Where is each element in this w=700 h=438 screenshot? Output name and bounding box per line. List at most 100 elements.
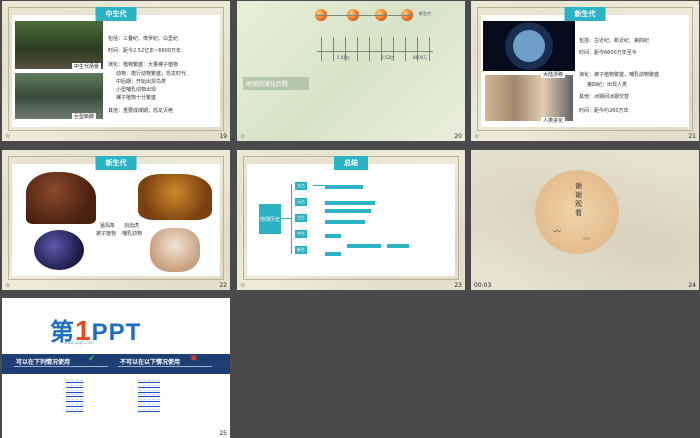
timeline-mark: 2.52亿 xyxy=(381,55,394,60)
text-line: 小型哺乳动物出现 xyxy=(116,87,157,93)
diagram-node: 古生 xyxy=(295,214,307,222)
diagram-leaf xyxy=(325,234,341,238)
timeline-tick xyxy=(333,37,334,61)
image-caption: 巨型蜥脚 xyxy=(72,113,97,120)
diagram-leaf xyxy=(387,244,409,248)
image-label: 哺乳动物 xyxy=(122,231,143,237)
slide-number: 24 xyxy=(688,282,696,289)
text-line: 动物：爬行动物繁盛；恐龙时代 xyxy=(116,71,187,77)
diagram-node: 新生 xyxy=(295,246,307,254)
link-labels: · · · · · · · xyxy=(130,378,132,411)
image-label: 被子植物 xyxy=(96,231,117,237)
slide-indicator-icon: ☆ xyxy=(5,133,11,140)
image-caption: 中生代场景 xyxy=(72,63,102,70)
slide-thumbnail-20[interactable]: 新生代 5.41亿 2.52亿 6600万 地球的演化历程 ☆ 20 xyxy=(237,1,465,141)
era-label: 新生代 xyxy=(419,11,431,16)
text-line: 时间：距今约260万年 xyxy=(579,108,629,114)
text-line: 演化：植物繁盛：大量裸子植物 xyxy=(108,62,179,68)
text-line: 第四纪：出现人类 xyxy=(587,82,628,88)
image-caption: 人类进化 xyxy=(541,117,566,124)
timeline-tick xyxy=(405,37,406,61)
dog-image xyxy=(150,228,200,272)
slide-indicator-icon: ☆ xyxy=(240,133,246,140)
diagram-node: 元古 xyxy=(295,198,307,206)
timeline-tick xyxy=(369,37,370,61)
image-caption: 大陆漂移 xyxy=(541,71,566,78)
slide-content-card: 地球历史 太古 元古 古生 中生 新生 xyxy=(247,164,455,276)
globe-image xyxy=(483,21,575,71)
mammoth-image xyxy=(26,172,96,224)
cannot-use-heading: 不可以在以下情况使用 xyxy=(120,359,181,366)
slide-title: 新生代 xyxy=(95,156,137,170)
timeline-tick xyxy=(357,37,358,61)
slide-title: 新生代 xyxy=(564,7,606,21)
text-line: 其他：冰期间冰期交替 xyxy=(579,94,630,100)
diagram-connector xyxy=(281,218,291,219)
check-icon: ✔ xyxy=(88,354,96,364)
slide-title: 总结 xyxy=(334,156,368,170)
link-list[interactable]: — — — — — — — — — — — — — — — — — — — — — — … xyxy=(138,378,188,412)
logo-ppt: PPT xyxy=(91,319,142,346)
image-label: 猛犸象 xyxy=(100,223,116,229)
diagram-connector xyxy=(291,184,292,254)
link-list[interactable]: — — — — — — — — — — — — — — — — — — — — — — —… xyxy=(66,378,110,412)
slide-number: 23 xyxy=(454,282,462,289)
slide-number: 22 xyxy=(219,282,227,289)
timeline-axis xyxy=(317,51,433,52)
text-line: 演化：被子植物繁盛，哺乳动物繁盛 xyxy=(579,72,660,78)
diagram-node: 中生 xyxy=(295,230,307,238)
text-line: 时间：距今2.52亿年~6600万年 xyxy=(108,48,182,54)
slide-number: 21 xyxy=(688,133,696,140)
human-evolution-image xyxy=(485,75,573,121)
slide-thumbnail-22[interactable]: 猛犸象 剑齿虎 被子植物 哺乳动物 新生代 ☆ 22 xyxy=(2,150,230,290)
slide-thumbnail-23[interactable]: 地球历史 太古 元古 古生 中生 新生 总结 ☆ 23 xyxy=(237,150,465,290)
diagram-root: 地球历史 xyxy=(259,204,281,234)
timeline-tick xyxy=(429,37,430,61)
slide-title: 中生代 xyxy=(95,7,137,21)
bird-icon: 〰 xyxy=(583,235,590,243)
slide-subtitle: 地球的演化历程 xyxy=(243,77,309,90)
slide-number: 25 xyxy=(219,430,227,437)
timeline-mark: 6600万 xyxy=(413,55,428,60)
timeline-mark: 5.41亿 xyxy=(337,55,350,60)
diagram-connector xyxy=(313,185,325,186)
slide-indicator-icon: ☆ xyxy=(5,282,11,289)
jungle-image xyxy=(15,21,103,69)
timeline-axis xyxy=(317,15,413,16)
slide-thumbnail-21[interactable]: 大陆漂移 人类进化 包括：古近纪、新近纪、第四纪 时间：距今6600万年至今 演… xyxy=(471,1,699,141)
slide-thumbnail-25[interactable]: 第1PPT www.1ppt.com 可以在下列情况使用 ✔ 不可以在以下情况使… xyxy=(2,298,230,438)
sabertooth-image xyxy=(138,174,212,220)
slide-content-card: 猛犸象 剑齿虎 被子植物 哺乳动物 xyxy=(12,164,220,276)
slide-number: 20 xyxy=(454,133,462,140)
logo-url: www.1ppt.com xyxy=(64,340,94,345)
slide-thumbnail-24[interactable]: 谢谢观看 〰 〰 00:03 24 xyxy=(471,150,699,290)
text-line: 中后期：开始出现鸟类 xyxy=(116,79,167,85)
slide-content-card: 中生代场景 巨型蜥脚 包括：三叠纪、侏罗纪、白垩纪 时间：距今2.52亿年~66… xyxy=(12,15,220,127)
usage-note xyxy=(14,366,108,367)
cross-icon: ✖ xyxy=(190,354,198,364)
diagram-leaf xyxy=(325,185,363,189)
timeline-tick xyxy=(321,37,322,61)
slide-thumbnail-19[interactable]: 中生代场景 巨型蜥脚 包括：三叠纪、侏罗纪、白垩纪 时间：距今2.52亿年~66… xyxy=(2,1,230,141)
diagram-node: 太古 xyxy=(295,182,307,190)
text-line: 裸子植物十分繁盛 xyxy=(116,95,157,101)
slide-content-card: 大陆漂移 人类进化 包括：古近纪、新近纪、第四纪 时间：距今6600万年至今 演… xyxy=(481,15,689,127)
slide-indicator-icon: ☆ xyxy=(240,282,246,289)
text-line: 包括：三叠纪、侏罗纪、白垩纪 xyxy=(108,36,179,42)
diagram-leaf xyxy=(325,201,375,205)
diagram-leaf xyxy=(325,220,365,224)
text-line: 包括：古近纪、新近纪、第四纪 xyxy=(579,38,650,44)
bird-icon: 〰 xyxy=(553,227,561,236)
image-label: 剑齿虎 xyxy=(124,223,140,229)
slide-number: 19 xyxy=(219,133,227,140)
text-line: 时间：距今6600万年至今 xyxy=(579,50,637,56)
slide-indicator-icon: ☆ xyxy=(474,133,480,140)
can-use-heading: 可以在下列情况使用 xyxy=(16,359,71,366)
grapes-image xyxy=(34,230,84,270)
diagram-leaf xyxy=(325,252,341,256)
diagram-leaf xyxy=(325,209,371,213)
text-line: 其他：重要成煤期；恐龙灭绝 xyxy=(108,108,174,114)
diagram-leaf xyxy=(347,244,381,248)
thanks-text: 谢谢观看 xyxy=(575,182,582,217)
slide-timing: 00:03 xyxy=(474,282,492,289)
